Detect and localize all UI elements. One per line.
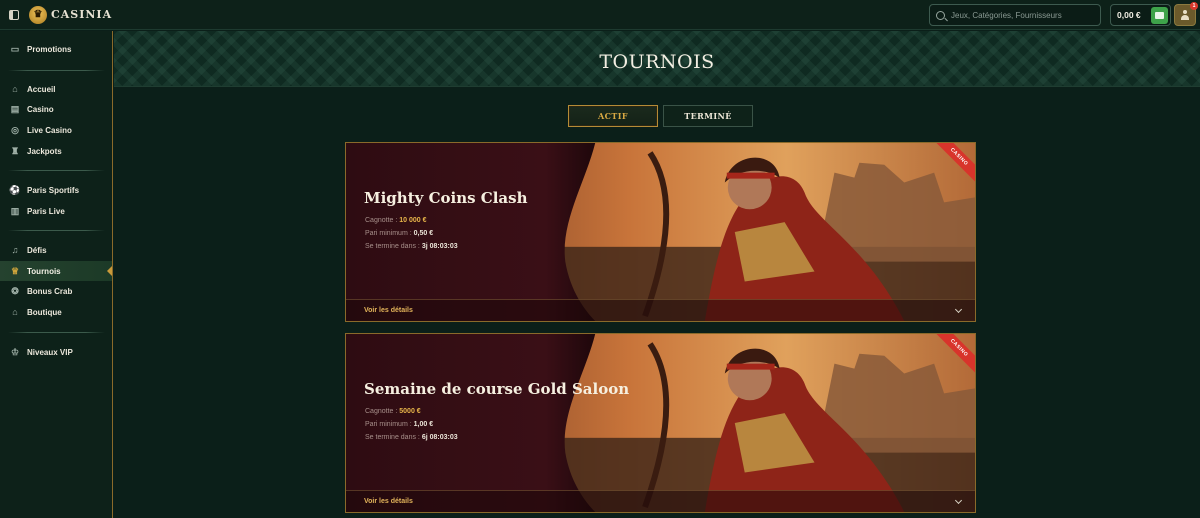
- sidebar-item-label: Tournois: [27, 266, 61, 276]
- home-icon: ⌂: [12, 83, 18, 94]
- min-bet: Pari minimum : 0,50 €: [365, 230, 434, 237]
- sidebar-divider: [8, 230, 105, 231]
- chevron-down-icon[interactable]: [954, 305, 963, 313]
- ends-in-value: 3j 08:03:03: [421, 243, 458, 250]
- ends-in-value: 6j 08:03:03: [421, 434, 458, 441]
- deposit-button[interactable]: [1151, 6, 1168, 24]
- sidebar-item-label: Live Casino: [27, 125, 72, 135]
- sidebar-item-paris-sportifs[interactable]: ⚽ Paris Sportifs: [0, 180, 112, 200]
- logo-crown-icon: ♛: [29, 5, 47, 24]
- sidebar-toggle-icon[interactable]: [9, 9, 19, 20]
- sidebar-item-paris-live[interactable]: ▥ Paris Live: [0, 201, 112, 221]
- card-footer[interactable]: Voir les détails: [346, 299, 975, 321]
- prize-pool: Cagnotte : 5000 €: [365, 408, 421, 415]
- prize-value: 5000 €: [399, 408, 421, 415]
- sidebar-item-casino[interactable]: ▤ Casino: [0, 99, 112, 119]
- logo-text: CASINIA: [51, 8, 113, 21]
- sidebar-item-label: Niveaux VIP: [27, 347, 73, 357]
- sidebar-item-label: Accueil: [27, 84, 56, 94]
- sidebar-item-label: Promotions: [27, 44, 72, 54]
- top-header: ♛ CASINIA 0,00 € 1: [0, 0, 1200, 30]
- casino-logo[interactable]: ♛ CASINIA: [29, 5, 113, 24]
- min-bet: Pari minimum : 1,00 €: [365, 421, 434, 428]
- sidebar-nav: ▭ Promotions ⌂ Accueil ▤ Casino ◎ Live C…: [0, 31, 113, 518]
- min-bet-value: 1,00 €: [413, 421, 434, 428]
- search-input[interactable]: [951, 10, 1091, 20]
- active-indicator-icon: [107, 266, 112, 276]
- balance-widget[interactable]: 0,00 €: [1110, 4, 1171, 26]
- min-bet-value: 0,50 €: [413, 230, 434, 237]
- tournament-artwork: [346, 334, 975, 512]
- vip-crown-icon: ♔: [10, 346, 20, 357]
- challenges-icon: ♫: [11, 244, 19, 255]
- tab-actif[interactable]: ACTIF: [568, 105, 658, 127]
- shop-icon: ⌂: [12, 306, 18, 317]
- sidebar-item-jackpots[interactable]: ♜ Jackpots: [0, 141, 112, 161]
- chevron-down-icon[interactable]: [954, 496, 963, 504]
- sidebar-item-bonus-crab[interactable]: ❂ Bonus Crab: [0, 281, 112, 301]
- sidebar-item-tournois[interactable]: ♕ Tournois: [0, 261, 112, 281]
- sidebar-item-label: Défis: [27, 245, 47, 255]
- sidebar-item-label: Paris Live: [27, 206, 65, 216]
- ends-in: Se termine dans : 6j 08:03:03: [365, 434, 458, 441]
- promotions-icon: ▭: [10, 43, 20, 54]
- user-icon: [1180, 10, 1190, 20]
- sidebar-item-promotions[interactable]: ▭ Promotions: [0, 39, 112, 59]
- card-footer[interactable]: Voir les détails: [346, 490, 975, 512]
- live-bets-icon: ▥: [10, 205, 20, 216]
- tournament-card[interactable]: CASINO Mighty Coins Clash Cagnotte : 10 …: [345, 142, 976, 322]
- user-account-button[interactable]: 1: [1174, 2, 1198, 26]
- prize-pool: Cagnotte : 10 000 €: [365, 217, 427, 224]
- crab-icon: ❂: [11, 285, 19, 296]
- details-link[interactable]: Voir les détails: [364, 498, 413, 505]
- sidebar-item-label: Boutique: [27, 307, 62, 317]
- sidebar-item-defis[interactable]: ♫ Défis: [0, 240, 112, 260]
- sports-icon: ⚽: [9, 184, 21, 195]
- sidebar-divider: [8, 170, 105, 171]
- ends-in: Se termine dans : 3j 08:03:03: [365, 243, 458, 250]
- live-casino-icon: ◎: [11, 124, 19, 135]
- details-link[interactable]: Voir les détails: [364, 307, 413, 314]
- wallet-icon: [1155, 11, 1164, 19]
- page-title: TOURNOIS: [599, 51, 715, 73]
- sidebar-item-label: Paris Sportifs: [27, 185, 80, 195]
- search-icon: [936, 10, 945, 20]
- trophy-icon: ♕: [10, 265, 20, 276]
- sidebar-item-label: Jackpots: [27, 146, 62, 156]
- tournament-artwork: [346, 143, 975, 321]
- sidebar-item-label: Bonus Crab: [27, 286, 73, 296]
- tab-termine[interactable]: TERMINÉ: [663, 105, 753, 127]
- tournament-title: Mighty Coins Clash: [364, 189, 528, 207]
- sidebar-item-niveaux-vip[interactable]: ♔ Niveaux VIP: [0, 342, 112, 362]
- casino-icon: ▤: [10, 103, 20, 114]
- search-box[interactable]: [929, 4, 1101, 26]
- sidebar-divider: [8, 332, 105, 333]
- tournament-title: Semaine de course Gold Saloon: [364, 380, 630, 398]
- notification-badge: 1: [1190, 2, 1198, 10]
- sidebar-item-boutique[interactable]: ⌂ Boutique: [0, 302, 112, 322]
- jackpot-icon: ♜: [10, 145, 20, 156]
- sidebar-item-label: Casino: [27, 104, 54, 114]
- prize-value: 10 000 €: [399, 217, 427, 224]
- main-content: TOURNOIS ACTIF TERMINÉ CASINO Mighty Coi…: [114, 31, 1200, 518]
- sidebar-item-accueil[interactable]: ⌂ Accueil: [0, 79, 112, 99]
- sidebar-item-live-casino[interactable]: ◎ Live Casino: [0, 120, 112, 140]
- tournament-card[interactable]: CASINO Semaine de course Gold Saloon Cag…: [345, 333, 976, 513]
- sidebar-divider: [8, 70, 105, 71]
- balance-amount: 0,00 €: [1117, 10, 1141, 20]
